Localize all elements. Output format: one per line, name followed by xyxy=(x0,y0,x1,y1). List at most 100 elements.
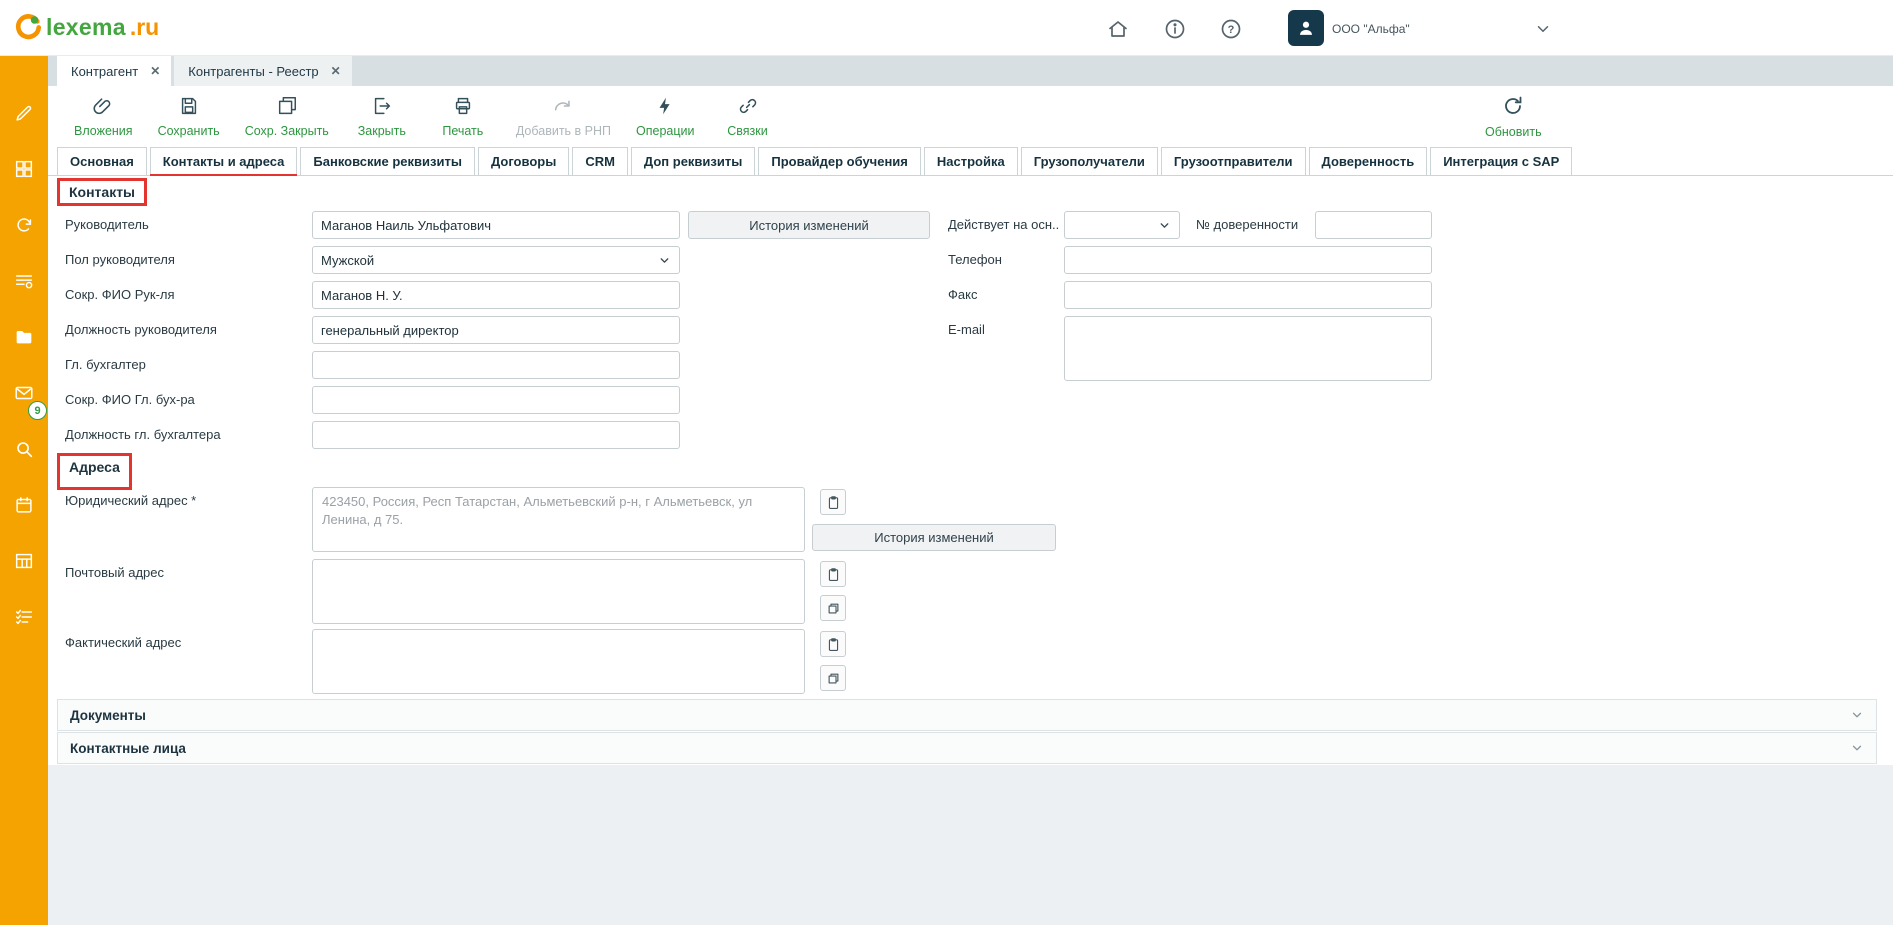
sidebar-item-edit[interactable] xyxy=(0,90,48,136)
director-short-input[interactable] xyxy=(312,281,680,309)
doc-tab-kontragent[interactable]: Контрагент ✕ xyxy=(57,56,171,86)
operations-label: Операции xyxy=(636,124,694,138)
help-icon[interactable]: ? xyxy=(1219,17,1243,41)
sidebar-item-modules[interactable] xyxy=(0,146,48,192)
tab-contracts[interactable]: Договоры xyxy=(478,147,569,175)
refresh-button[interactable]: Обновить xyxy=(1485,94,1542,139)
acting-on-label: Действует на осн... xyxy=(948,211,1060,239)
form-body: Контакты Руководитель Пол руководителя М… xyxy=(48,176,1893,925)
close-label: Закрыть xyxy=(358,124,406,138)
sidebar-item-calendar[interactable] xyxy=(0,482,48,528)
paste-actual-address-button[interactable] xyxy=(820,631,846,657)
chevron-down-icon[interactable] xyxy=(1534,20,1552,38)
close-button[interactable]: Закрыть xyxy=(354,95,410,138)
sidebar-item-files[interactable] xyxy=(0,314,48,360)
close-doc-icon xyxy=(371,95,393,122)
svg-text:?: ? xyxy=(1228,24,1235,36)
save-close-button[interactable]: Сохр. Закрыть xyxy=(245,95,329,138)
save-label: Сохранить xyxy=(158,124,220,138)
copy-icon xyxy=(826,601,841,616)
save-close-icon xyxy=(276,95,298,122)
section-contact-persons-title: Контактные лица xyxy=(70,741,186,756)
print-button[interactable]: Печать xyxy=(435,95,491,138)
section-documents[interactable]: Документы xyxy=(57,699,1877,731)
sidebar-item-payments[interactable] xyxy=(0,258,48,304)
tab-bank-details[interactable]: Банковские реквизиты xyxy=(300,147,475,175)
redo-arrow-icon xyxy=(552,95,574,122)
tab-contacts-addresses[interactable]: Контакты и адреса xyxy=(150,147,298,175)
director-label: Руководитель xyxy=(65,211,149,239)
phone-input[interactable] xyxy=(1064,246,1432,274)
chief-accountant-label: Гл. бухгалтер xyxy=(65,351,146,379)
app-logo[interactable]: lexema.ru xyxy=(14,13,159,41)
tab-settings[interactable]: Настройка xyxy=(924,147,1018,175)
doc-tab-label: Контрагенты - Реестр xyxy=(188,64,318,79)
sidebar-item-registry[interactable] xyxy=(0,538,48,584)
history-button-addresses[interactable]: История изменений xyxy=(812,524,1056,551)
tab-sap-integration[interactable]: Интеграция с SAP xyxy=(1430,147,1572,175)
tab-extra-props[interactable]: Доп реквизиты xyxy=(631,147,755,175)
chief-accountant-input[interactable] xyxy=(312,351,680,379)
tab-education-provider[interactable]: Провайдер обучения xyxy=(758,147,921,175)
chevron-down-icon xyxy=(1158,219,1171,232)
sidebar-item-search[interactable] xyxy=(0,426,48,472)
contacts-section-title: Контакты xyxy=(57,178,147,206)
lightning-icon xyxy=(654,95,676,122)
logo-icon xyxy=(14,13,42,41)
tab-poa[interactable]: Доверенность xyxy=(1309,147,1428,175)
attachments-label: Вложения xyxy=(74,124,133,138)
legal-address-textarea[interactable]: 423450, Россия, Респ Татарстан, Альметье… xyxy=(312,487,805,552)
tab-consignors[interactable]: Грузоотправители xyxy=(1161,147,1306,175)
sidebar-item-mail[interactable]: 9 xyxy=(0,370,48,416)
sidebar-item-sync[interactable] xyxy=(0,202,48,248)
user-avatar[interactable] xyxy=(1288,10,1324,46)
chevron-down-icon xyxy=(1850,741,1864,755)
poa-number-input[interactable] xyxy=(1315,211,1432,239)
history-button-contacts[interactable]: История изменений xyxy=(688,211,930,239)
links-button[interactable]: Связки xyxy=(720,95,776,138)
tab-crm[interactable]: CRM xyxy=(572,147,628,175)
postal-address-textarea[interactable] xyxy=(312,559,805,624)
fax-input[interactable] xyxy=(1064,281,1432,309)
search-icon xyxy=(13,438,35,460)
current-company[interactable]: ООО "Альфа" xyxy=(1332,22,1410,36)
sidebar-item-tasks[interactable] xyxy=(0,594,48,640)
paste-postal-address-button[interactable] xyxy=(820,561,846,587)
section-documents-title: Документы xyxy=(70,708,146,723)
tab-consignees[interactable]: Грузополучатели xyxy=(1021,147,1158,175)
actual-address-textarea[interactable] xyxy=(312,629,805,694)
attachments-button[interactable]: Вложения xyxy=(74,95,133,138)
section-contact-persons[interactable]: Контактные лица xyxy=(57,732,1877,764)
mail-icon xyxy=(13,382,35,404)
save-button[interactable]: Сохранить xyxy=(158,95,220,138)
person-icon xyxy=(1295,17,1317,39)
paste-legal-address-button[interactable] xyxy=(820,489,846,515)
chief-accountant-position-input[interactable] xyxy=(312,421,680,449)
refresh-icon xyxy=(1501,94,1525,123)
operations-button[interactable]: Операции xyxy=(636,95,694,138)
copy-postal-address-button[interactable] xyxy=(820,595,846,621)
tab-main[interactable]: Основная xyxy=(57,147,147,175)
home-icon[interactable] xyxy=(1106,17,1130,41)
print-label: Печать xyxy=(442,124,483,138)
paperclip-icon xyxy=(92,95,114,122)
copy-actual-address-button[interactable] xyxy=(820,665,846,691)
info-icon[interactable] xyxy=(1163,17,1187,41)
toolbar: Вложения Сохранить Сохр. Закрыть Закрыть… xyxy=(48,86,1893,146)
fax-label: Факс xyxy=(948,281,977,309)
refresh-label: Обновить xyxy=(1485,125,1542,139)
clipboard-icon xyxy=(826,495,841,510)
acting-on-select[interactable] xyxy=(1064,211,1180,239)
logo-suffix: .ru xyxy=(130,14,159,41)
logo-text: lexema xyxy=(46,14,126,41)
main-content: Контрагент ✕ Контрагенты - Реестр ✕ Влож… xyxy=(48,56,1893,925)
close-tab-icon[interactable]: ✕ xyxy=(331,64,341,78)
chief-accountant-short-input[interactable] xyxy=(312,386,680,414)
director-position-input[interactable] xyxy=(312,316,680,344)
gender-select[interactable]: Мужской xyxy=(312,246,680,274)
email-textarea[interactable] xyxy=(1064,316,1432,381)
doc-tab-kontragenty-reestr[interactable]: Контрагенты - Реестр ✕ xyxy=(174,56,351,86)
close-tab-icon[interactable]: ✕ xyxy=(150,64,160,78)
email-label: E-mail xyxy=(948,316,985,344)
director-input[interactable] xyxy=(312,211,680,239)
